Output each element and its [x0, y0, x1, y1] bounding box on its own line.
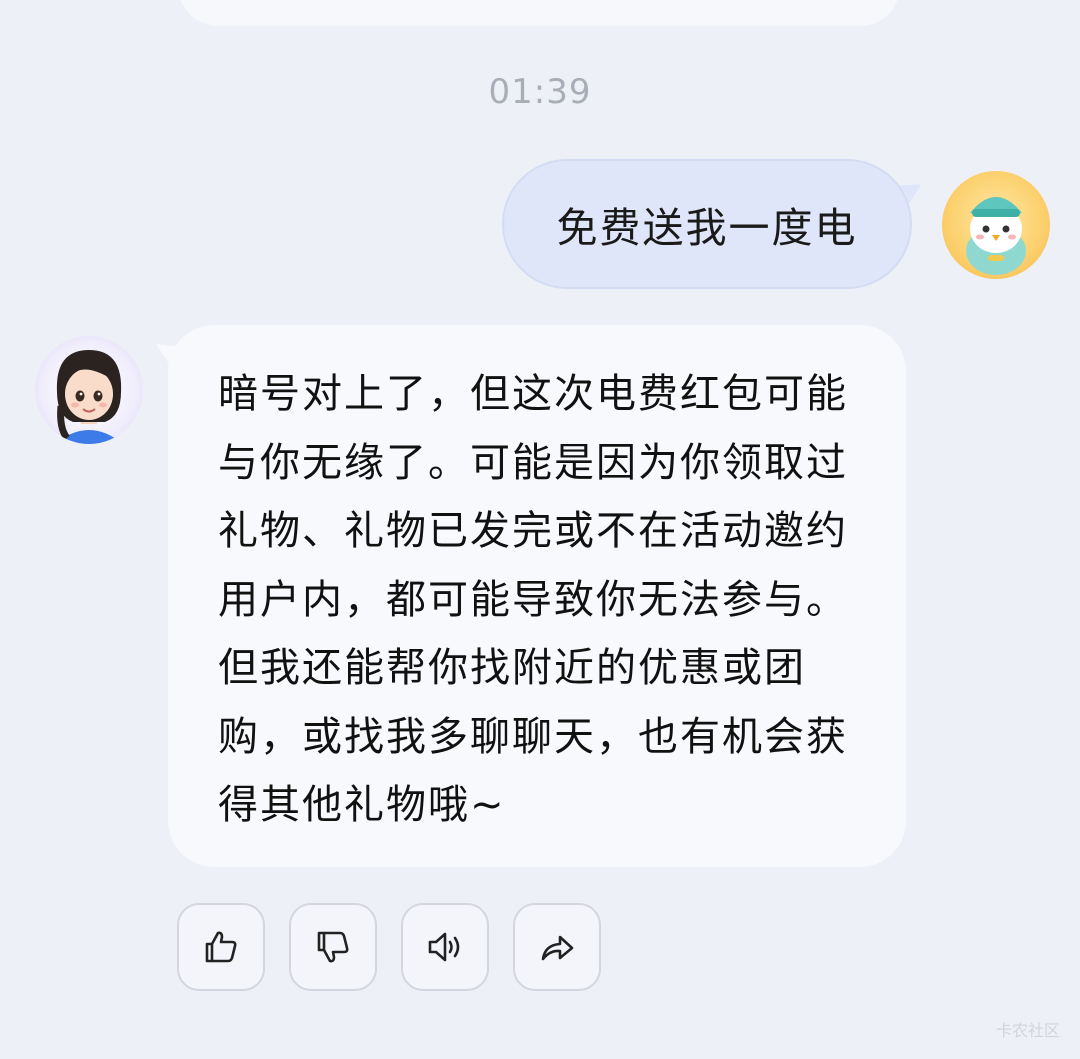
user-message-text: 免费送我一度电 — [556, 204, 858, 252]
user-message-bubble[interactable]: 免费送我一度电 — [502, 159, 912, 289]
speaker-icon — [428, 932, 460, 962]
assistant-girl-avatar-icon — [55, 350, 123, 444]
assistant-avatar[interactable] — [35, 336, 143, 444]
assistant-message-text: 暗号对上了，但这次电费红包可能与你无缘了。可能是因为你领取过礼物、礼物已发完或不… — [218, 371, 848, 828]
watermark: 卡农社区 — [995, 1021, 1060, 1040]
thumbs-down-icon — [317, 931, 349, 963]
previous-message-bubble — [178, 0, 900, 26]
assistant-message-bubble[interactable]: 暗号对上了，但这次电费红包可能与你无缘了。可能是因为你领取过礼物、礼物已发完或不… — [168, 325, 906, 867]
thumbs-up-icon — [205, 931, 237, 963]
message-actions-bar — [177, 903, 601, 991]
share-button[interactable] — [513, 903, 601, 991]
like-button[interactable] — [177, 903, 265, 991]
message-timestamp: 01:39 — [488, 72, 592, 112]
dislike-button[interactable] — [289, 903, 377, 991]
mascot-avatar-icon — [966, 197, 1026, 275]
user-avatar[interactable] — [942, 171, 1050, 279]
read-aloud-button[interactable] — [401, 903, 489, 991]
share-arrow-icon — [541, 935, 574, 961]
